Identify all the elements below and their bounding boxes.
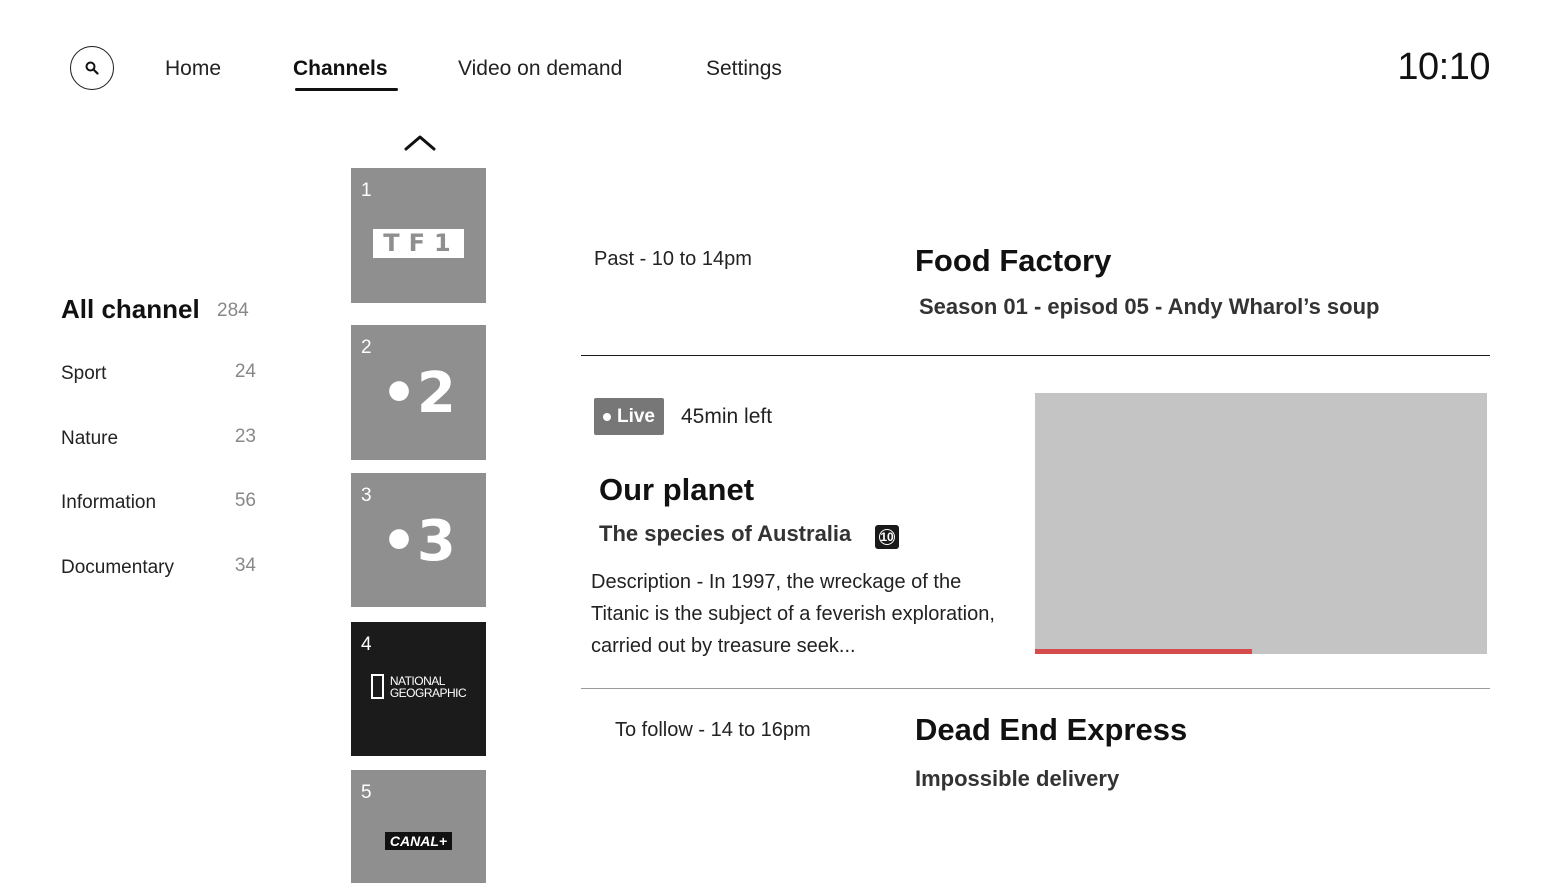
channel-tile-1[interactable]: 1 TF1 <box>351 168 486 303</box>
channel-number: 4 <box>361 634 372 655</box>
channel-tile-2[interactable]: 2 •2 <box>351 325 486 460</box>
national-geographic-logo: NATIONAL GEOGRAPHIC <box>351 674 486 699</box>
channel-number: 3 <box>361 485 372 506</box>
past-program-time: Past - 10 to 14pm <box>594 248 752 270</box>
search-icon <box>85 61 99 75</box>
time-remaining: 45min left <box>681 405 773 428</box>
france2-logo: •2 <box>381 361 456 426</box>
progress-bar <box>1035 649 1487 654</box>
tf1-logo: TF1 <box>351 229 486 258</box>
next-program-time: To follow - 14 to 16pm <box>615 719 811 741</box>
category-count: 56 <box>234 490 256 511</box>
live-dot-icon <box>602 412 611 421</box>
category-all-count: 284 <box>217 300 249 321</box>
category-count: 23 <box>234 426 256 447</box>
category-sport[interactable]: Sport 24 <box>61 361 256 389</box>
category-label: Sport <box>61 363 107 384</box>
category-label: Information <box>61 492 157 513</box>
category-information[interactable]: Information 56 <box>61 490 256 518</box>
category-all-channel[interactable]: All channel <box>61 294 200 325</box>
canal-plus-logo: CANAL+ <box>351 832 486 850</box>
live-program-description: Description - In 1997, the wreckage of t… <box>591 571 995 657</box>
nav-settings[interactable]: Settings <box>706 57 782 81</box>
age-rating-10-icon: 10 <box>875 525 899 549</box>
nav-video-on-demand[interactable]: Video on demand <box>458 57 622 81</box>
channel-number: 2 <box>361 337 372 358</box>
past-program-title[interactable]: Food Factory <box>915 243 1111 279</box>
channel-tile-5[interactable]: 5 CANAL+ <box>351 770 486 883</box>
category-count: 24 <box>234 361 256 382</box>
live-program-subtitle: The species of Australia <box>599 521 852 546</box>
active-tab-indicator <box>295 88 398 91</box>
channel-tile-3[interactable]: 3 •3 <box>351 473 486 607</box>
category-label: Nature <box>61 428 119 449</box>
divider <box>581 355 1490 356</box>
category-documentary[interactable]: Documentary 34 <box>61 555 256 583</box>
live-preview-video[interactable] <box>1035 393 1487 654</box>
past-program-subtitle: Season 01 - episod 05 - Andy Wharol’s so… <box>919 294 1380 319</box>
category-label: Documentary <box>61 557 174 578</box>
nav-home[interactable]: Home <box>165 57 221 81</box>
nav-channels[interactable]: Channels <box>293 57 388 81</box>
clock: 10:10 <box>1397 46 1490 88</box>
category-nature[interactable]: Nature 23 <box>61 426 256 454</box>
live-badge: Live <box>594 398 664 435</box>
divider <box>581 688 1490 689</box>
channel-tile-4[interactable]: 4 NATIONAL GEOGRAPHIC <box>351 622 486 756</box>
natgeo-frame-icon <box>370 674 384 699</box>
chevron-up-icon[interactable] <box>404 132 436 152</box>
progress-fill <box>1035 649 1252 654</box>
search-button[interactable] <box>70 46 114 90</box>
next-program-title[interactable]: Dead End Express <box>915 712 1187 748</box>
next-program-subtitle: Impossible delivery <box>915 766 1120 791</box>
channel-number: 5 <box>361 782 372 803</box>
channel-number: 1 <box>361 180 372 201</box>
france3-logo: •3 <box>381 509 456 574</box>
category-count: 34 <box>234 555 256 576</box>
live-program-title[interactable]: Our planet <box>599 472 754 508</box>
